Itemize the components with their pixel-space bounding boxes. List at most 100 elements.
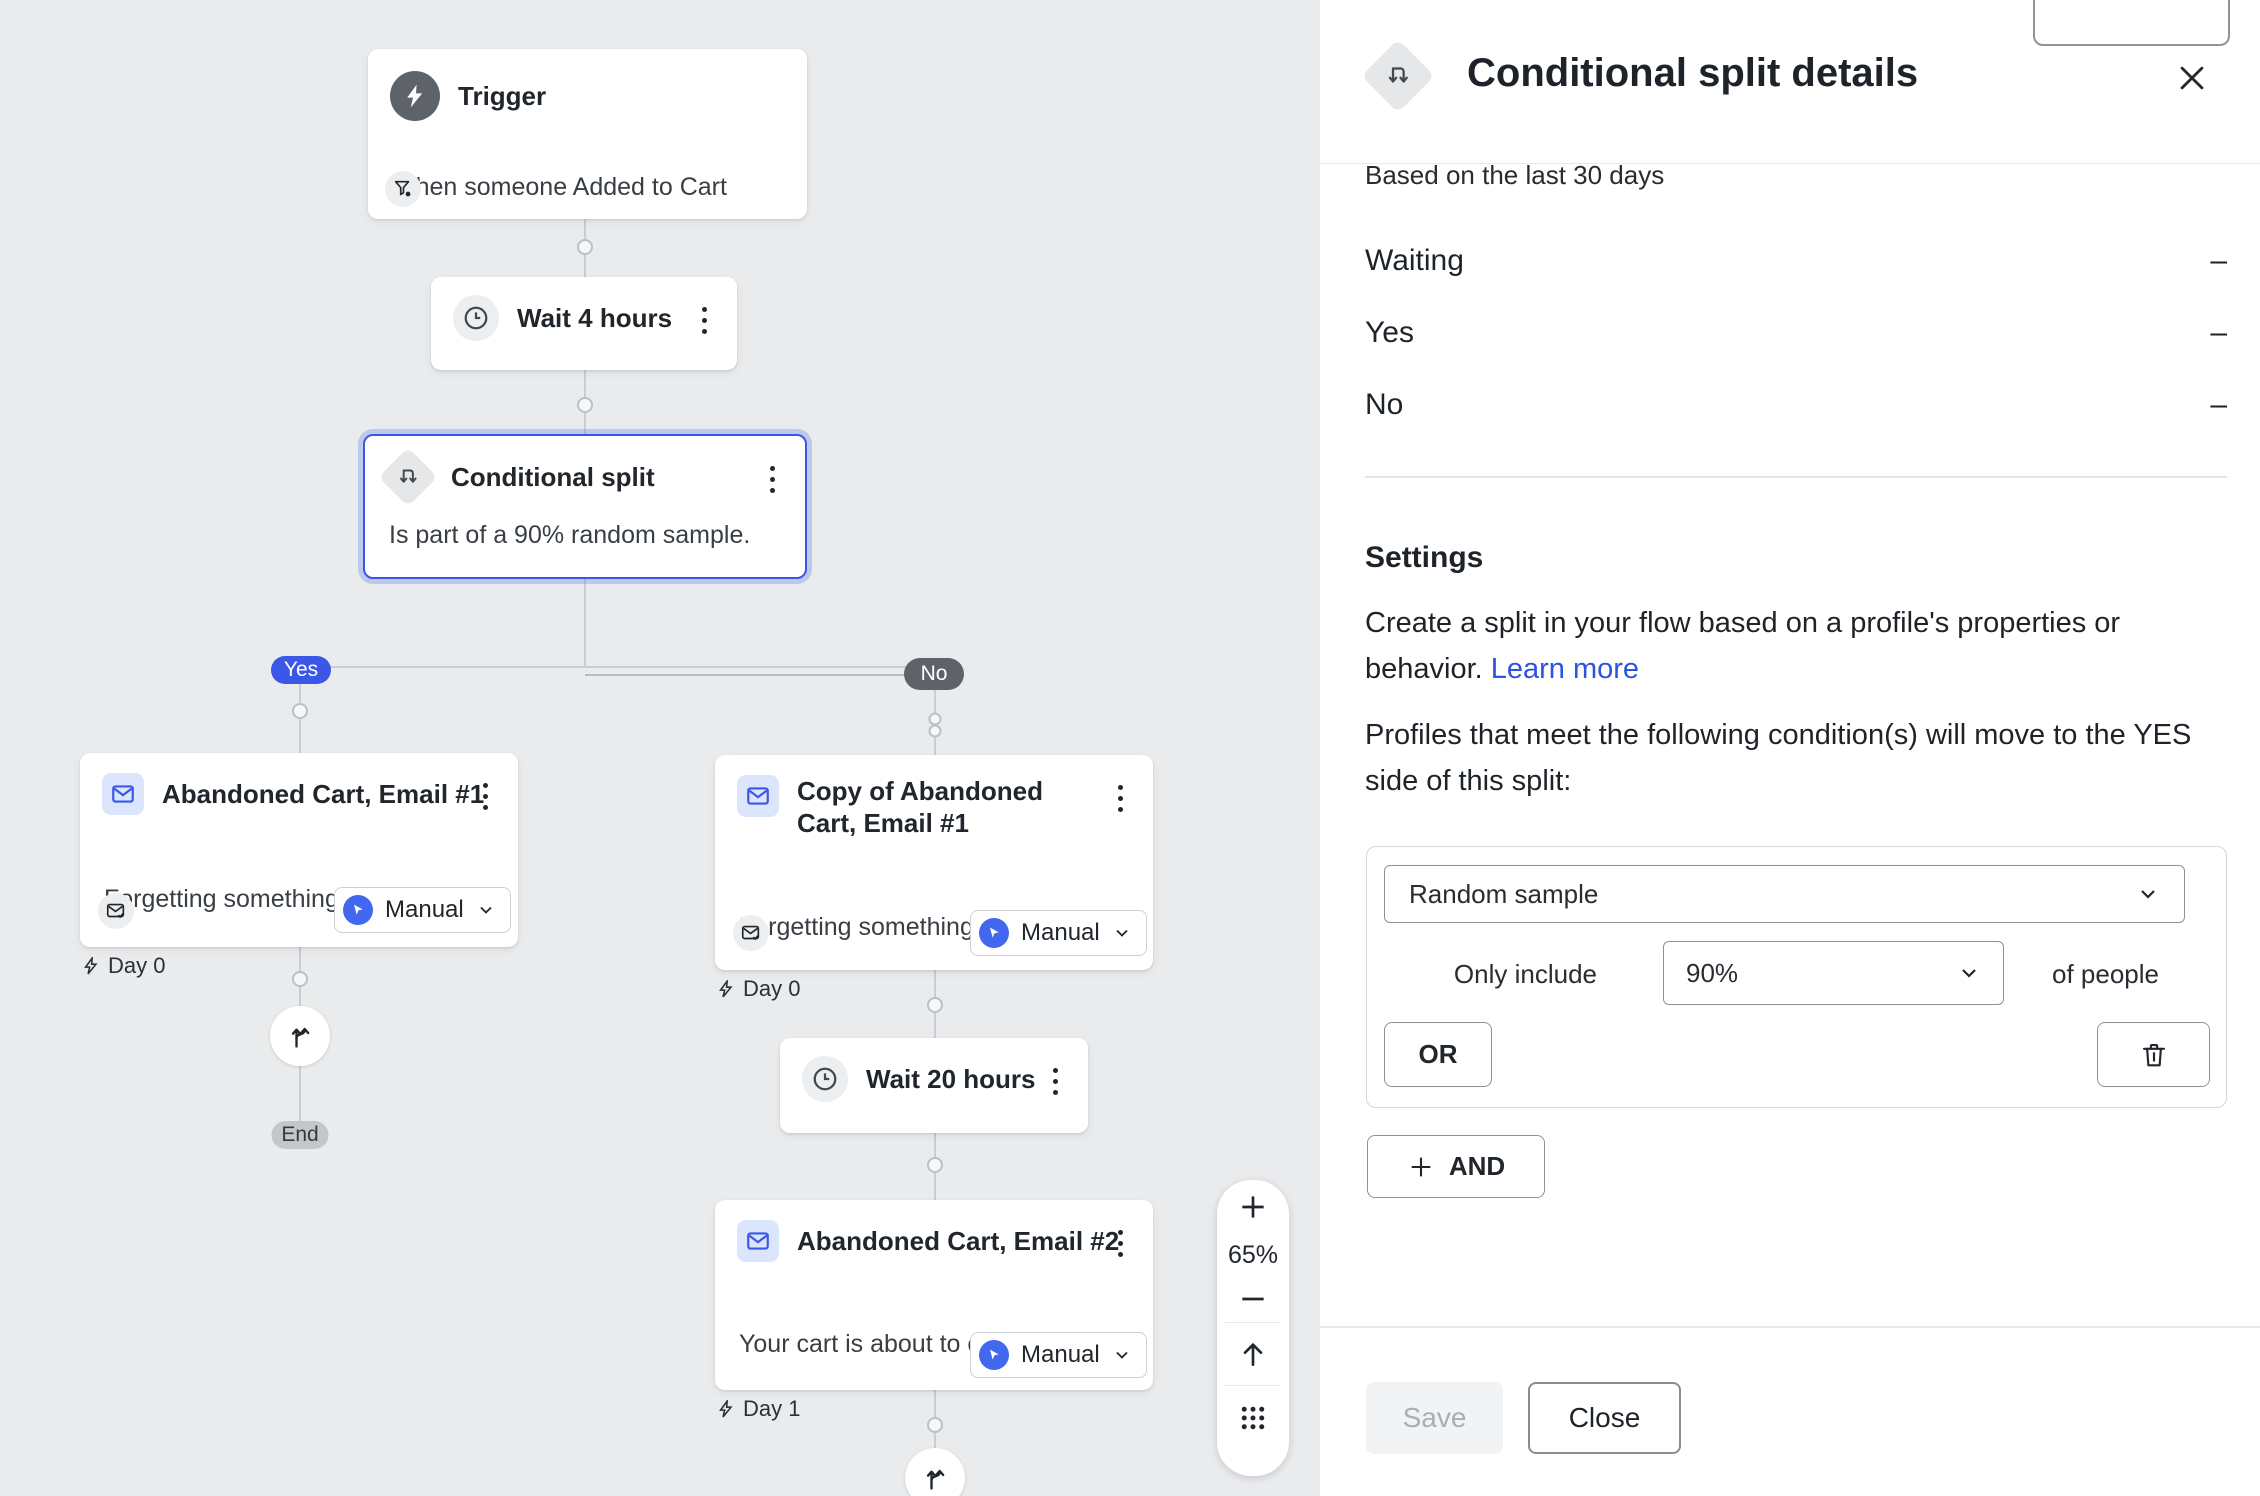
chevron-down-icon [1957, 961, 1981, 985]
or-button[interactable]: OR [1384, 1022, 1492, 1087]
timeframe-button-cutoff[interactable] [2033, 0, 2230, 46]
stat-value: – [2210, 388, 2227, 422]
email-status-icon [733, 915, 769, 951]
percentage-select[interactable]: 90% [1663, 941, 2004, 1005]
manual-cursor-icon [979, 1340, 1009, 1370]
condition-intro-text: Profiles that meet the following conditi… [1365, 712, 2243, 804]
close-button[interactable]: Close [1528, 1382, 1681, 1454]
settings-description: Create a split in your flow based on a p… [1365, 600, 2243, 692]
stat-label: Waiting [1365, 244, 1464, 278]
connector-dot [577, 239, 593, 255]
send-mode-dropdown[interactable]: Manual [970, 910, 1147, 956]
branch-end-label: End [272, 1121, 329, 1149]
condition-box: Random sample Only include 90% of people… [1366, 846, 2227, 1108]
conditional-split-icon [1361, 39, 1435, 113]
minimap-button[interactable] [1217, 1386, 1289, 1450]
plus-icon [1237, 1191, 1269, 1223]
close-panel-icon[interactable] [2172, 58, 2212, 98]
delete-condition-button[interactable] [2097, 1022, 2210, 1087]
chevron-down-icon [1112, 1345, 1132, 1365]
zoom-out-button[interactable] [1217, 1276, 1289, 1322]
branch-line-yes [300, 666, 935, 668]
manual-cursor-icon [343, 895, 373, 925]
zoom-in-button[interactable] [1217, 1180, 1289, 1234]
branch-line-no [585, 674, 918, 676]
lightning-icon [717, 980, 735, 998]
section-divider [1365, 476, 2227, 478]
zoom-level-label: 65% [1228, 1234, 1278, 1276]
send-mode-dropdown[interactable]: Manual [334, 887, 511, 933]
email-icon [102, 773, 144, 815]
chevron-down-icon [476, 900, 496, 920]
only-include-label: Only include [1442, 959, 1597, 990]
manual-cursor-icon [979, 918, 1009, 948]
stat-value: – [2210, 244, 2227, 278]
lightning-icon [717, 1400, 735, 1418]
lightning-icon [82, 957, 100, 975]
kebab-menu-icon[interactable] [759, 462, 785, 496]
chevron-down-icon [1112, 923, 1132, 943]
minus-icon [1237, 1283, 1269, 1315]
node-description: When someone Added to Cart [368, 173, 751, 202]
day-badge: Day 0 [717, 976, 800, 1002]
email-icon [737, 1220, 779, 1262]
kebab-menu-icon[interactable] [1107, 781, 1133, 815]
trigger-filter-icon [385, 171, 421, 207]
kebab-menu-icon[interactable] [691, 303, 717, 337]
node-title: Abandoned Cart, Email #2 [797, 1225, 1119, 1257]
node-title: Conditional split [451, 461, 655, 493]
node-wait-4-hours[interactable]: Wait 4 hours [431, 277, 737, 370]
flow-builder-screen: Trigger When someone Added to Cart Wait … [0, 0, 2260, 1496]
chevron-down-icon [2136, 882, 2160, 906]
panel-title: Conditional split details [1467, 51, 1918, 96]
arrow-up-icon [1237, 1338, 1269, 1370]
learn-more-link[interactable]: Learn more [1491, 653, 1639, 685]
clock-icon [453, 295, 499, 341]
node-abandoned-cart-email-1[interactable]: Abandoned Cart, Email #1 Forgetting some… [80, 753, 518, 947]
connector-dot [292, 971, 308, 987]
branch-split-icon[interactable] [270, 1006, 330, 1066]
connector-dot [927, 997, 943, 1013]
node-conditional-split[interactable]: Conditional split Is part of a 90% rando… [363, 434, 807, 579]
node-wait-20-hours[interactable]: Wait 20 hours [780, 1038, 1088, 1133]
stat-row-waiting: Waiting – [1365, 244, 2227, 278]
stat-row-yes: Yes – [1365, 316, 2227, 350]
connector-dot [927, 1417, 943, 1433]
send-mode-dropdown[interactable]: Manual [970, 1332, 1147, 1378]
condition-type-select[interactable]: Random sample [1384, 865, 2185, 923]
percentage-value: 90% [1686, 958, 1738, 989]
node-title: Wait 4 hours [517, 302, 672, 334]
kebab-menu-icon[interactable] [472, 779, 498, 813]
stat-value: – [2210, 316, 2227, 350]
connector-dot [929, 725, 942, 738]
branch-label-yes: Yes [271, 656, 331, 684]
day-badge: Day 1 [717, 1396, 800, 1422]
grid-dots-icon [1238, 1403, 1268, 1433]
node-abandoned-cart-email-2[interactable]: Abandoned Cart, Email #2 Your cart is ab… [715, 1200, 1153, 1390]
send-mode-label: Manual [385, 896, 464, 924]
panel-header: Conditional split details [1320, 0, 2260, 164]
stat-row-no: No – [1365, 388, 2227, 422]
connector-dot [927, 1157, 943, 1173]
kebab-menu-icon[interactable] [1042, 1064, 1068, 1098]
node-trigger[interactable]: Trigger When someone Added to Cart [368, 49, 807, 219]
flow-canvas[interactable]: Trigger When someone Added to Cart Wait … [0, 0, 1320, 1496]
connector-line [584, 579, 586, 667]
lightning-icon [390, 71, 440, 121]
close-icon [2175, 61, 2209, 95]
scroll-to-top-button[interactable] [1217, 1323, 1289, 1385]
node-title: Abandoned Cart, Email #1 [162, 778, 484, 810]
node-copy-abandoned-cart-email-1[interactable]: Copy of Abandoned Cart, Email #1 Forgett… [715, 755, 1153, 970]
and-button-label: AND [1449, 1151, 1505, 1182]
based-on-label: Based on the last 30 days [1365, 160, 1664, 191]
footer-divider [1320, 1326, 2260, 1328]
clock-icon [802, 1056, 848, 1102]
node-title: Trigger [458, 80, 546, 112]
branch-split-icon[interactable] [905, 1448, 965, 1496]
of-people-label: of people [2052, 959, 2159, 990]
save-button[interactable]: Save [1366, 1382, 1503, 1454]
stat-label: Yes [1365, 316, 1414, 350]
stat-label: No [1365, 388, 1403, 422]
kebab-menu-icon[interactable] [1107, 1226, 1133, 1260]
add-and-condition-button[interactable]: AND [1367, 1135, 1545, 1198]
